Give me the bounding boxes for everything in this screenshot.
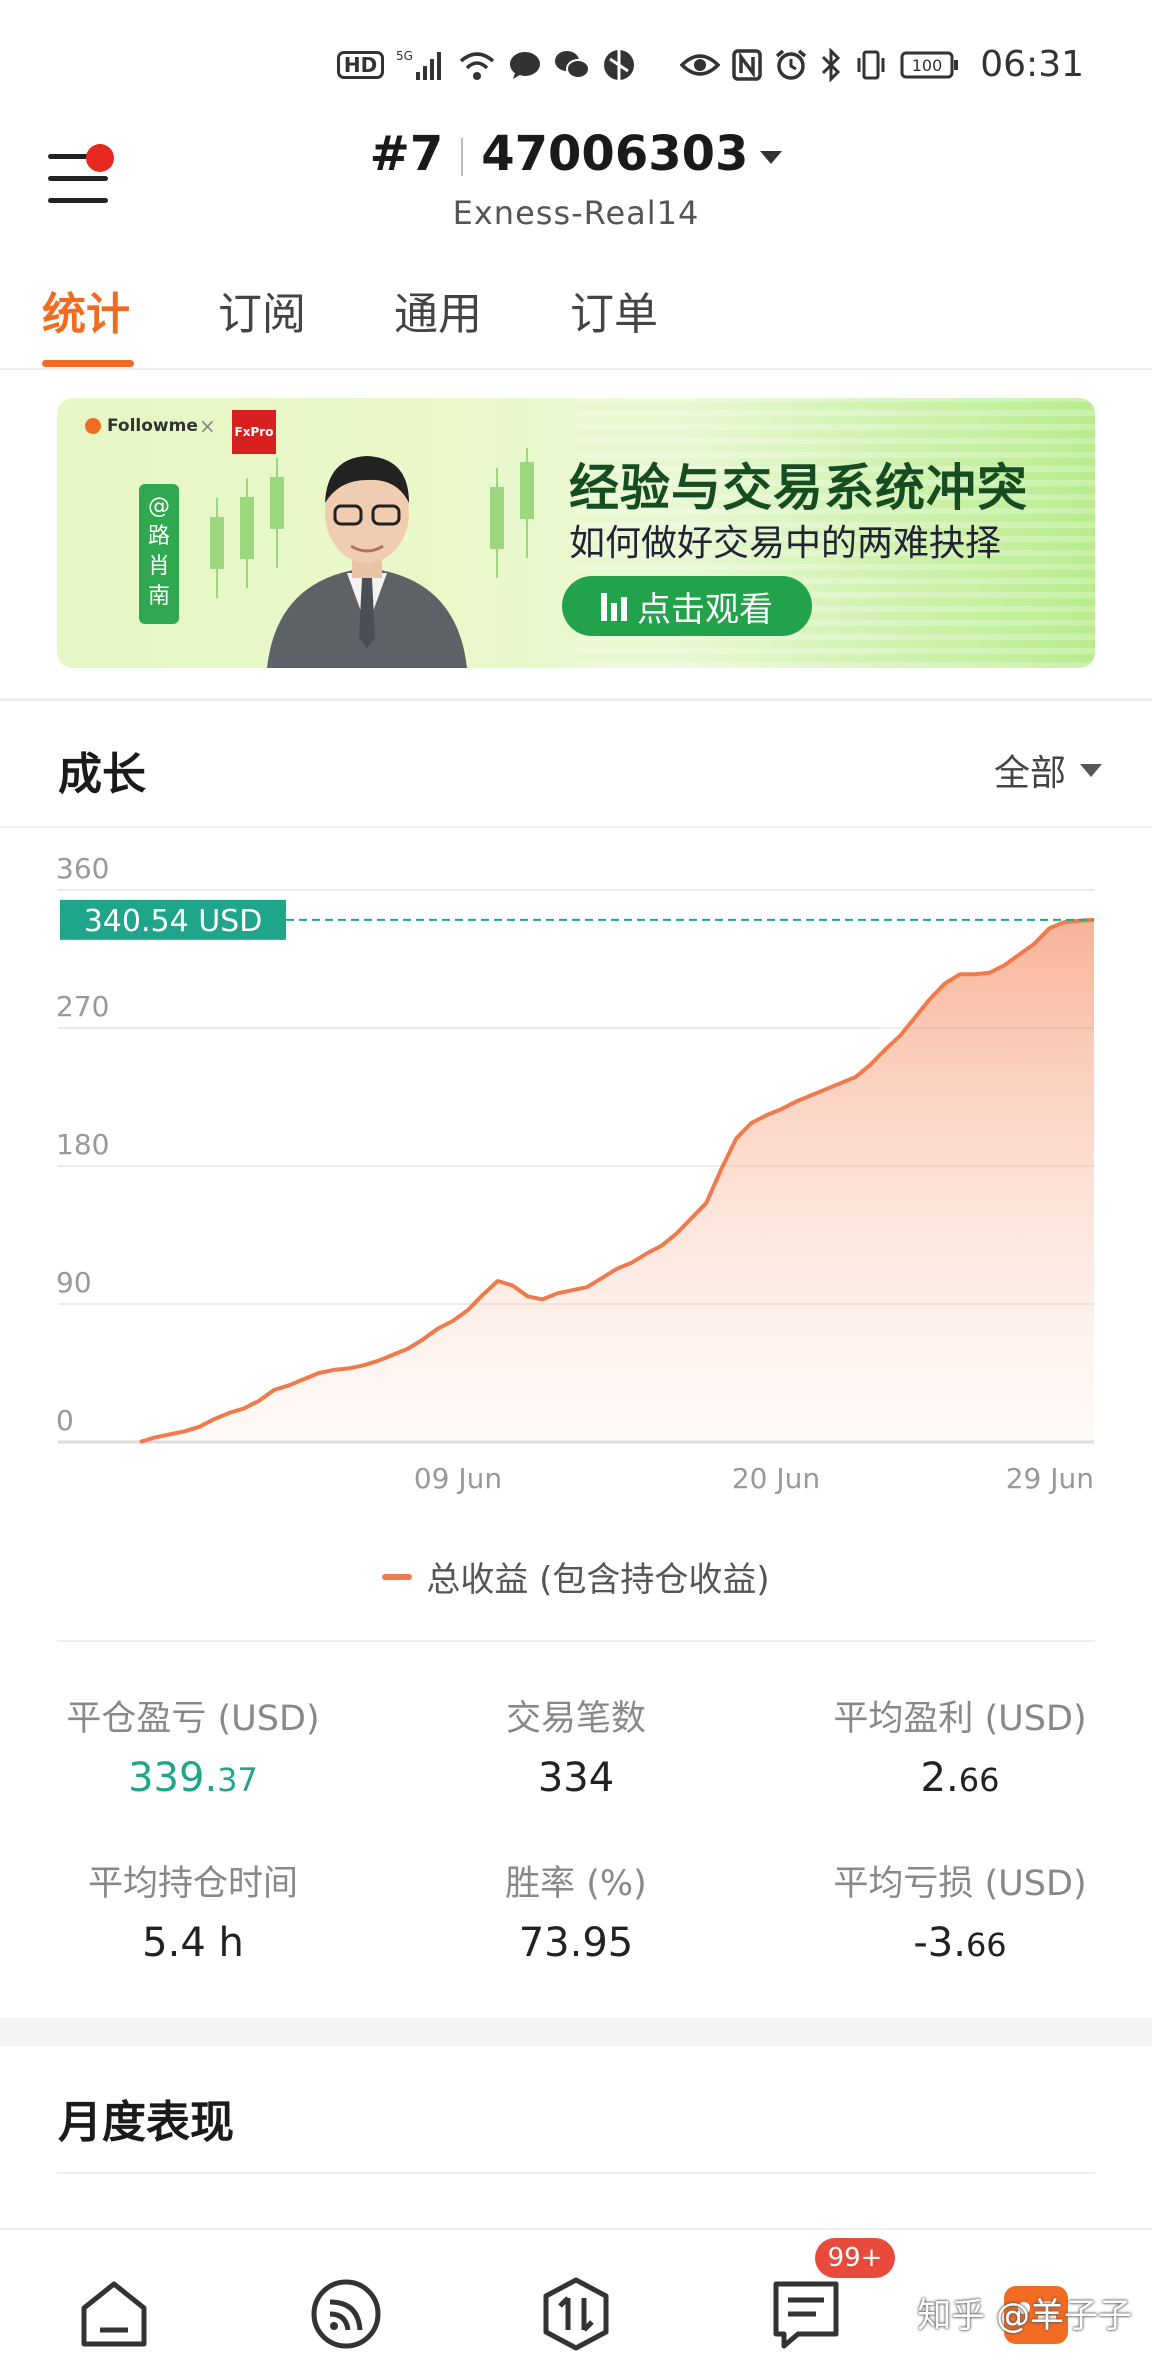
message-icon <box>508 49 542 81</box>
browser-icon <box>602 48 636 82</box>
followme-logo-icon <box>85 418 101 434</box>
status-bar: HD 5G 100 06:31 <box>0 0 1152 120</box>
y-tick-label: 90 <box>56 1266 92 1299</box>
svg-text:5G: 5G <box>396 49 413 63</box>
watch-button-label: 点击观看 <box>637 589 773 630</box>
stat-value-main: 73.95 <box>518 1920 634 1966</box>
chevron-down-icon <box>1080 763 1102 777</box>
watch-button[interactable]: 点击观看 <box>562 576 812 636</box>
bluetooth-icon <box>820 47 842 82</box>
stat-trades-label: 交易笔数 <box>505 1699 646 1739</box>
messages-icon <box>773 2281 839 2349</box>
growth-filter-value: 全部 <box>993 753 1066 794</box>
nav-trade[interactable] <box>538 2276 614 2352</box>
stat-avg-hold-value: 5.4 h <box>13 1920 373 1966</box>
x-tick-label: 09 Jun <box>414 1462 502 1495</box>
stat-value-main: 339. <box>128 1755 218 1801</box>
stat-winrate-value: 73.95 <box>396 1920 756 1966</box>
y-tick-label: 0 <box>56 1404 74 1437</box>
stat-value-decimal: 66 <box>958 1761 1000 1799</box>
promo-banner[interactable]: Followme × FxPro @路肖南 经验与交易系统冲突 如何做好交易中的… <box>57 398 1095 668</box>
close-icon: × <box>199 414 216 438</box>
nav-feed[interactable] <box>308 2276 384 2352</box>
banner-subtitle: 如何做好交易中的两难抉择 <box>569 523 1002 564</box>
stat-winrate-label: 胜率 (%) <box>505 1864 647 1904</box>
stat-avg-loss-label: 平均亏损 (USD) <box>833 1864 1087 1904</box>
stat-value-main: 334 <box>537 1755 615 1801</box>
legend-swatch <box>382 1573 413 1580</box>
chevron-down-icon <box>760 150 783 164</box>
server-name: Exness-Real14 <box>452 194 700 232</box>
growth-chart: 0 90 180 270 360 09 Jun 20 Jun 29 Jun 340.54 USD <box>56 852 1095 1495</box>
stat-closed-pnl-label: 平仓盈亏 (USD) <box>66 1699 320 1739</box>
stat-value-main: 5.4 h <box>142 1920 244 1966</box>
tab-statistics[interactable]: 统计 <box>42 278 130 342</box>
account-rank: #7 <box>369 126 444 182</box>
active-tab-indicator <box>42 360 134 367</box>
trade-icon <box>543 2277 609 2351</box>
vibrate-icon <box>854 49 888 81</box>
growth-area <box>140 919 1094 1442</box>
section-divider <box>57 2172 1095 2174</box>
y-tick-label: 270 <box>56 990 109 1023</box>
growth-section-title: 成长 <box>58 749 146 800</box>
x-tick-label: 20 Jun <box>732 1462 820 1495</box>
stat-avg-profit-label: 平均盈利 (USD) <box>833 1699 1087 1739</box>
banner-title: 经验与交易系统冲突 <box>569 459 1028 517</box>
x-tick-label: 29 Jun <box>1006 1462 1094 1495</box>
stat-avg-hold-label: 平均持仓时间 <box>87 1864 298 1904</box>
nav-home[interactable] <box>76 2276 152 2352</box>
stat-value-decimal: 37 <box>217 1761 258 1799</box>
wechat-icon <box>554 49 591 81</box>
account-number: 47006303 <box>481 126 749 182</box>
banner-author: @路肖南 <box>139 484 179 624</box>
eye-icon <box>680 51 721 79</box>
stat-value-decimal: 66 <box>965 1926 1007 1964</box>
section-divider <box>0 826 1152 828</box>
hd-icon: HD <box>336 50 385 79</box>
section-gap <box>0 2018 1152 2046</box>
battery-level: 100 <box>912 56 943 75</box>
separator <box>461 138 464 176</box>
stat-closed-pnl-value: 339.37 <box>13 1755 373 1801</box>
feed-icon <box>311 2279 381 2349</box>
tab-bar: 统计 订阅 通用 订单 <box>0 278 1152 370</box>
section-divider <box>0 698 1152 701</box>
clock: 06:31 <box>980 44 1084 85</box>
account-selector[interactable]: #7 47006303 <box>0 126 1152 182</box>
nav-messages[interactable] <box>768 2276 844 2352</box>
y-tick-label: 180 <box>56 1128 109 1161</box>
stat-avg-profit-value: 2.66 <box>780 1755 1140 1801</box>
followme-logo: Followme <box>85 416 198 436</box>
y-tick-label: 360 <box>56 852 109 885</box>
stat-trades-value: 334 <box>396 1755 756 1801</box>
battery-icon: 100 <box>900 49 960 81</box>
nfc-icon <box>732 48 762 81</box>
growth-filter-dropdown[interactable]: 全部 <box>994 744 1102 796</box>
home-icon <box>81 2281 147 2347</box>
stat-value-main: 2. <box>920 1755 959 1801</box>
stat-value-main: -3. <box>913 1920 966 1966</box>
chart-bars-icon <box>601 591 627 621</box>
current-value-label: 340.54 USD <box>84 904 263 939</box>
chart-legend: 总收益 (包含持仓收益) <box>0 1552 1152 1601</box>
monthly-performance-title: 月度表现 <box>58 2097 234 2148</box>
presenter-photo <box>267 456 467 668</box>
brand-name: Followme <box>107 416 198 436</box>
tab-subscribe[interactable]: 订阅 <box>218 278 306 342</box>
tab-orders[interactable]: 订单 <box>570 278 658 342</box>
messages-badge: 99+ <box>815 2238 895 2278</box>
wifi-icon <box>458 49 496 81</box>
5g-signal-icon: 5G <box>396 48 446 82</box>
stat-avg-loss-value: -3.66 <box>780 1920 1140 1966</box>
watermark: 知乎 @羊子子 <box>917 2296 1132 2336</box>
section-divider <box>57 1640 1095 1642</box>
alarm-icon <box>774 48 808 82</box>
legend-label: 总收益 (包含持仓收益) <box>426 1560 770 1600</box>
tab-general[interactable]: 通用 <box>394 278 482 342</box>
status-icons: HD 5G 100 06:31 <box>336 44 1084 85</box>
